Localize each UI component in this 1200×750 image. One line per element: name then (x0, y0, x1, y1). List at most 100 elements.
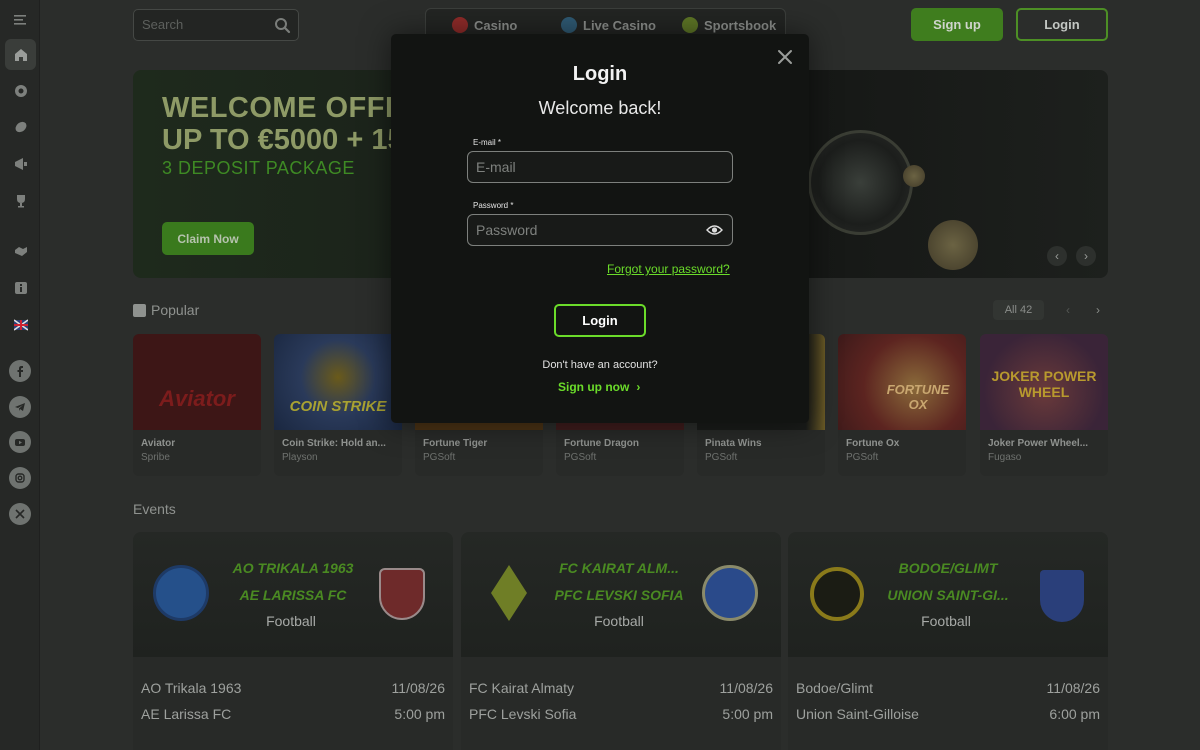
popular-prev-arrow[interactable]: ‹ (1059, 301, 1077, 319)
tab-casino[interactable]: Casino (452, 17, 517, 33)
no-account-text: Don't have an account? (542, 359, 658, 371)
game-name: Aviator (141, 438, 176, 449)
team-logo (702, 565, 758, 621)
hero-next-arrow[interactable]: › (1076, 246, 1096, 266)
game-card[interactable]: JOKER POWER WHEEL Joker Power Wheel... F… (980, 334, 1108, 476)
menu-icon[interactable] (5, 4, 36, 35)
event-sport: Football (921, 613, 971, 629)
game-card[interactable]: COIN STRIKE Coin Strike: Hold an... Play… (274, 334, 402, 476)
modal-login-button[interactable]: Login (554, 304, 646, 337)
telegram-icon[interactable] (9, 396, 31, 418)
game-provider: PGSoft (564, 452, 597, 463)
login-button[interactable]: Login (1016, 8, 1108, 41)
coin-image (903, 165, 925, 187)
promotions-icon[interactable] (5, 148, 36, 179)
event-time: 5:00 pm (722, 706, 773, 722)
game-name: Fortune Ox (846, 438, 900, 449)
search-input[interactable] (142, 17, 270, 32)
event-row: AE Larissa FC 5:00 pm (141, 706, 445, 722)
x-icon[interactable] (9, 503, 31, 525)
game-thumbnail: Aviator (133, 334, 261, 430)
facebook-icon[interactable] (9, 360, 31, 382)
instagram-icon[interactable] (9, 467, 31, 489)
team-logo (491, 565, 527, 621)
events-title: Events (133, 501, 176, 517)
game-thumbnail: COIN STRIKE (274, 334, 402, 430)
event-date: 11/08/26 (1046, 680, 1100, 696)
game-info: Fortune Dragon PGSoft (556, 430, 684, 476)
signup-button[interactable]: Sign up (911, 8, 1003, 41)
signup-now-link[interactable]: Sign up now › (558, 380, 640, 394)
game-card[interactable]: FORTUNE OX Fortune Ox PGSoft (838, 334, 966, 476)
event-time: 6:00 pm (1049, 706, 1100, 722)
event-team1: Bodoe/Glimt (796, 680, 874, 696)
email-label: E-mail * (473, 138, 502, 147)
popular-title: Popular (151, 302, 200, 318)
popular-next-arrow[interactable]: › (1089, 301, 1107, 319)
game-info: Fortune Tiger PGSoft (415, 430, 543, 476)
cherry-icon (452, 17, 468, 33)
event-team1-banner: BODOE/GLIMT (898, 560, 998, 576)
modal-subtitle: Welcome back! (538, 98, 662, 118)
sports-ball-icon[interactable] (5, 111, 36, 142)
claim-now-button[interactable]: Claim Now (162, 222, 254, 255)
chevron-right-icon: › (636, 380, 641, 394)
all-count: 42 (1020, 304, 1033, 316)
event-card[interactable]: AO TRIKALA 1963 AE LARISSA FC Football A… (133, 532, 453, 750)
trophy-icon[interactable] (5, 185, 36, 216)
info-icon[interactable] (5, 272, 36, 303)
event-team2: AE Larissa FC (141, 706, 232, 722)
youtube-icon[interactable] (9, 431, 31, 453)
tab-live-casino[interactable]: Live Casino (561, 17, 656, 33)
modal-title: Login (572, 63, 628, 85)
email-input[interactable] (476, 159, 696, 175)
game-thumbnail: FORTUNE OX (838, 334, 966, 430)
event-row: Bodoe/Glimt 11/08/26 (796, 680, 1100, 696)
email-field (467, 151, 733, 183)
hero-package: 3 DEPOSIT PACKAGE (162, 158, 355, 178)
event-card[interactable]: FC KAIRAT ALM... PFC LEVSKI SOFIA Footba… (461, 532, 781, 750)
all-games-link[interactable]: All 42 (993, 300, 1044, 320)
event-row: Union Saint-Gilloise 6:00 pm (796, 706, 1100, 722)
event-team2: PFC Levski Sofia (469, 706, 577, 722)
search-icon[interactable] (274, 17, 291, 34)
event-date: 11/08/26 (391, 680, 445, 696)
eye-icon[interactable] (706, 224, 723, 236)
forgot-password-link[interactable]: Forgot your password? (607, 262, 730, 276)
password-input[interactable] (476, 222, 696, 238)
event-team2-banner: AE LARISSA FC (239, 587, 347, 603)
signup-now-label: Sign up now (558, 380, 630, 394)
game-name: Joker Power Wheel... (988, 438, 1089, 449)
game-info: Joker Power Wheel... Fugaso (980, 430, 1108, 476)
game-name: Coin Strike: Hold an... (282, 438, 386, 449)
casino-chip-icon[interactable] (5, 75, 36, 106)
event-card[interactable]: BODOE/GLIMT UNION SAINT-GI... Football B… (788, 532, 1108, 750)
search-box (133, 9, 299, 41)
event-sport: Football (266, 613, 316, 629)
event-banner: AO TRIKALA 1963 AE LARISSA FC Football (133, 532, 453, 657)
game-card[interactable]: Aviator Aviator Spribe (133, 334, 261, 476)
handshake-icon[interactable] (5, 235, 36, 266)
all-label: All (1004, 304, 1017, 316)
roulette-wheel-image (808, 130, 913, 235)
sidebar (0, 0, 40, 750)
event-team2-banner: PFC LEVSKI SOFIA (554, 587, 684, 603)
event-team1-banner: FC KAIRAT ALM... (559, 560, 679, 576)
tab-casino-label: Casino (474, 17, 518, 33)
event-team2-banner: UNION SAINT-GI... (887, 587, 1009, 603)
game-info: Pinata Wins PGSoft (697, 430, 825, 476)
tab-sportsbook[interactable]: Sportsbook (682, 17, 776, 33)
tab-live-casino-label: Live Casino (583, 17, 656, 33)
game-info: Fortune Ox PGSoft (838, 430, 966, 476)
game-info: Aviator Spribe (133, 430, 261, 476)
game-name: Fortune Tiger (423, 438, 488, 449)
popular-icon (133, 304, 146, 317)
tennis-ball-icon (682, 17, 698, 33)
event-team1: AO Trikala 1963 (141, 680, 242, 696)
game-thumb-title: COIN STRIKE (289, 398, 387, 415)
game-provider: PGSoft (423, 452, 456, 463)
hero-prev-arrow[interactable]: ‹ (1047, 246, 1067, 266)
event-team1: FC Kairat Almaty (469, 680, 575, 696)
uk-flag-icon[interactable] (5, 309, 36, 340)
home-icon[interactable] (5, 39, 36, 70)
